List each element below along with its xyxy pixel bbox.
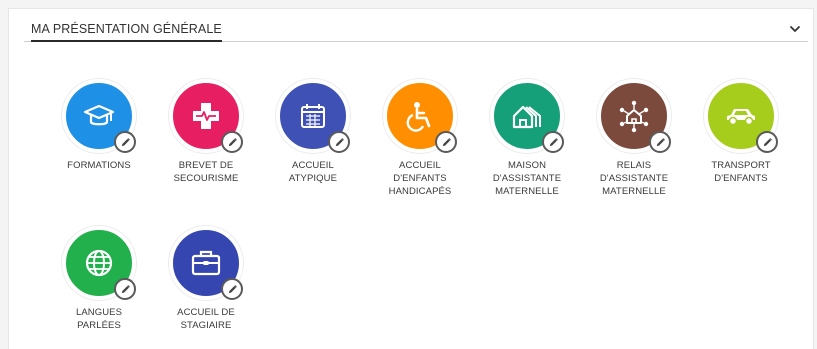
tile-label: ACCUEIL ATYPIQUE bbox=[260, 159, 366, 185]
tile-label-line: TRANSPORT bbox=[711, 160, 771, 171]
section-header[interactable]: MA PRÉSENTATION GÉNÉRALE bbox=[24, 16, 808, 42]
tile-icon-wrap bbox=[704, 79, 778, 153]
tile-label-line: D'ENFANTS bbox=[714, 173, 768, 184]
tile-label-line: FORMATIONS bbox=[67, 160, 131, 171]
tile-accueil-enfants-handicapes[interactable]: ACCUEIL D'ENFANTS HANDICAPÉS bbox=[367, 79, 473, 198]
pencil-icon[interactable] bbox=[542, 131, 564, 153]
tile-label-line: SECOURISME bbox=[173, 173, 239, 184]
tile-icon-wrap bbox=[62, 226, 136, 300]
tile-label-line: MAISON bbox=[507, 160, 547, 171]
tile-label-line: STAGIAIRE bbox=[180, 320, 232, 331]
tile-label: LANGUES PARLÉES bbox=[46, 306, 152, 332]
tile-label-line: RELAIS bbox=[616, 160, 652, 171]
pencil-icon[interactable] bbox=[114, 131, 136, 153]
tile-label-line: ACCUEIL bbox=[399, 160, 441, 171]
chevron-down-icon[interactable] bbox=[788, 22, 802, 36]
tile-label-line: BREVET DE bbox=[178, 160, 234, 171]
tile-brevet-de-secourisme[interactable]: BREVET DE SECOURISME bbox=[153, 79, 259, 185]
pencil-icon[interactable] bbox=[114, 278, 136, 300]
tile-label-line: MATERNELLE bbox=[495, 186, 559, 197]
tile-icon-wrap bbox=[490, 79, 564, 153]
tile-relais-assistante-maternelle[interactable]: RELAIS D'ASSISTANTE MATERNELLE bbox=[581, 79, 687, 198]
pencil-icon[interactable] bbox=[221, 131, 243, 153]
tile-label: ACCUEIL D'ENFANTS HANDICAPÉS bbox=[367, 159, 473, 198]
tile-label-line: LANGUES bbox=[75, 307, 123, 318]
tile-transport-enfants[interactable]: TRANSPORT D'ENFANTS bbox=[688, 79, 794, 185]
tile-icon-wrap bbox=[383, 79, 457, 153]
tile-maison-assistante-maternelle[interactable]: MAISON D'ASSISTANTE MATERNELLE bbox=[474, 79, 580, 198]
pencil-icon[interactable] bbox=[649, 131, 671, 153]
tile-label: TRANSPORT D'ENFANTS bbox=[688, 159, 794, 185]
tile-label: FORMATIONS bbox=[46, 159, 152, 172]
tile-accueil-de-stagiaire[interactable]: ACCUEIL DE STAGIAIRE bbox=[153, 226, 259, 332]
tile-label-line: MATERNELLE bbox=[602, 186, 666, 197]
tile-icon-wrap bbox=[276, 79, 350, 153]
tile-label-line: D'ASSISTANTE bbox=[599, 173, 669, 184]
tile-icon-wrap bbox=[62, 79, 136, 153]
pencil-icon[interactable] bbox=[756, 131, 778, 153]
tile-label: RELAIS D'ASSISTANTE MATERNELLE bbox=[581, 159, 687, 198]
pencil-icon[interactable] bbox=[435, 131, 457, 153]
tile-label-line: PARLÉES bbox=[77, 320, 121, 331]
tile-label-line: HANDICAPÉS bbox=[388, 186, 452, 197]
tile-label-line: ACCUEIL bbox=[292, 160, 334, 171]
tile-label-line: ACCUEIL DE bbox=[177, 307, 235, 318]
tile-label-line: ATYPIQUE bbox=[288, 173, 338, 184]
tile-icon-wrap bbox=[597, 79, 671, 153]
tile-label: MAISON D'ASSISTANTE MATERNELLE bbox=[474, 159, 580, 198]
tile-label-line: D'ENFANTS bbox=[393, 173, 447, 184]
tile-label: ACCUEIL DE STAGIAIRE bbox=[153, 306, 259, 332]
tile-accueil-atypique[interactable]: ACCUEIL ATYPIQUE bbox=[260, 79, 366, 185]
pencil-icon[interactable] bbox=[328, 131, 350, 153]
tile-langues-parlees[interactable]: LANGUES PARLÉES bbox=[46, 226, 152, 332]
tile-label-line: D'ASSISTANTE bbox=[492, 173, 562, 184]
tile-formations[interactable]: FORMATIONS bbox=[46, 79, 152, 172]
page-background: MA PRÉSENTATION GÉNÉRALE FORMATIONS BREVE… bbox=[0, 0, 817, 349]
tile-label: BREVET DE SECOURISME bbox=[153, 159, 259, 185]
tile-icon-wrap bbox=[169, 79, 243, 153]
section-title: MA PRÉSENTATION GÉNÉRALE bbox=[31, 23, 222, 42]
tile-icon-wrap bbox=[169, 226, 243, 300]
pencil-icon[interactable] bbox=[221, 278, 243, 300]
